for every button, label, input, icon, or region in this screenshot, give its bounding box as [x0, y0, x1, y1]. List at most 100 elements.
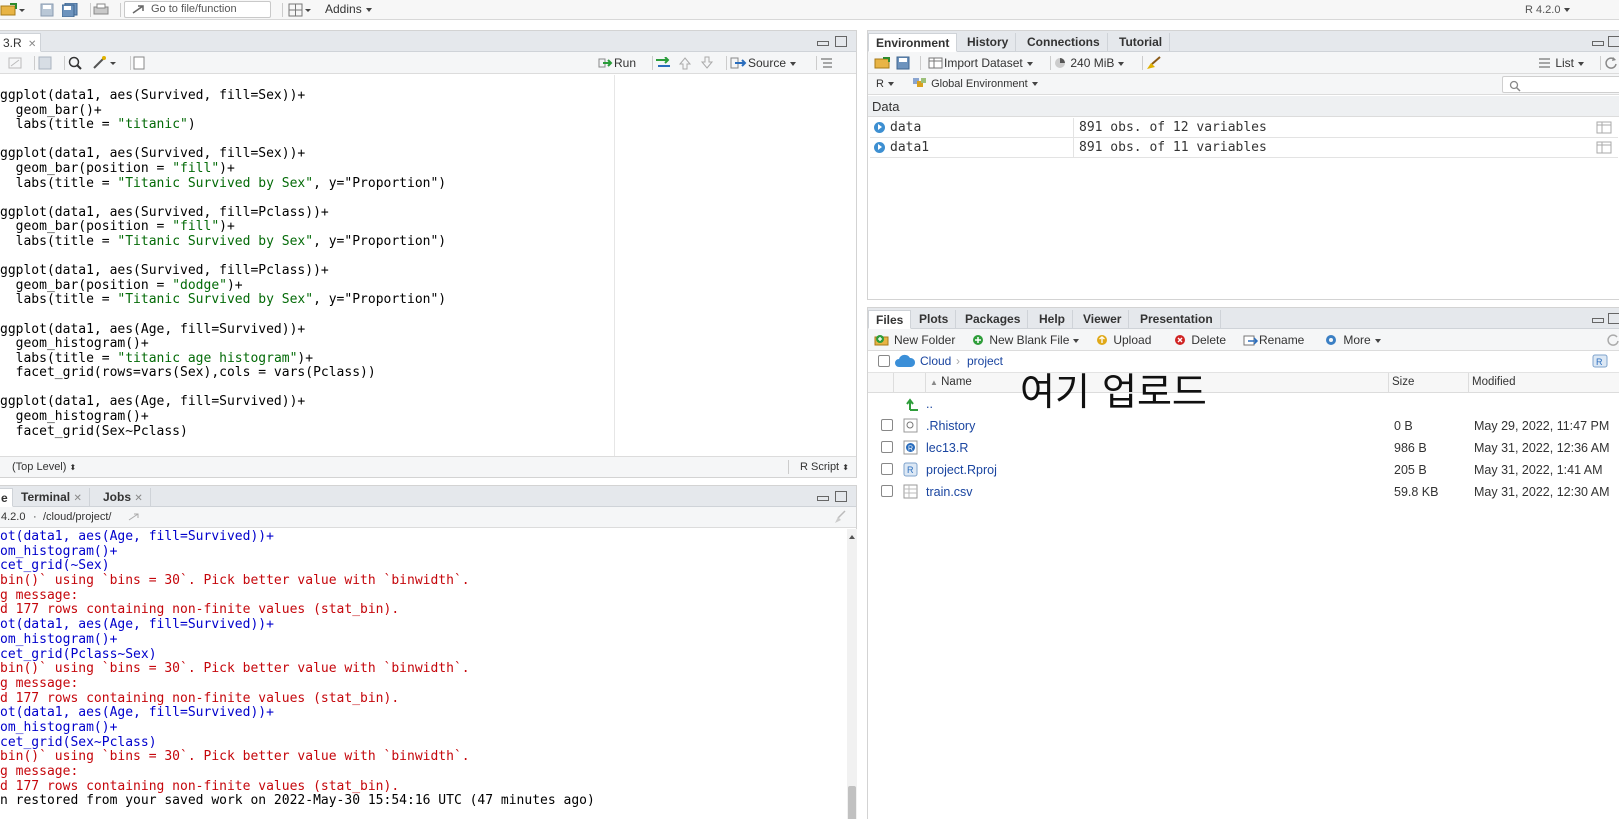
- expand-icon[interactable]: [874, 122, 885, 133]
- save-all-icon[interactable]: [62, 3, 78, 17]
- compile-report-icon[interactable]: [132, 56, 146, 70]
- select-all-checkbox[interactable]: [878, 355, 890, 367]
- column-header-name[interactable]: ▲ Name: [930, 373, 972, 392]
- code-line: labs(title = "Titanic Survived by Sex", …: [0, 233, 447, 249]
- tab-presentation[interactable]: Presentation: [1133, 310, 1221, 329]
- file-name-link[interactable]: train.csv: [926, 481, 973, 503]
- breadcrumb-cloud[interactable]: Cloud: [920, 351, 951, 371]
- save-icon[interactable]: [38, 56, 52, 70]
- memory-usage-button[interactable]: 240 MiB: [1054, 55, 1125, 71]
- tab-connections[interactable]: Connections: [1020, 33, 1108, 52]
- new-folder-button[interactable]: New Folder: [874, 332, 955, 348]
- refresh-icon[interactable]: [1604, 56, 1618, 70]
- minimize-pane-icon[interactable]: [817, 41, 829, 46]
- source-button[interactable]: Source: [730, 55, 797, 71]
- broom-clear-icon[interactable]: [1146, 56, 1162, 70]
- env-variable-row[interactable]: data1 891 obs. of 11 variables: [870, 138, 1618, 158]
- maximize-pane-icon[interactable]: [1608, 313, 1619, 324]
- run-button[interactable]: Run: [598, 55, 636, 71]
- column-separator: [925, 373, 926, 393]
- search-icon[interactable]: [68, 56, 82, 70]
- column-header-modified[interactable]: Modified: [1472, 373, 1515, 392]
- save-icon[interactable]: [40, 3, 54, 17]
- tab-environment[interactable]: Environment: [868, 33, 958, 52]
- expand-icon[interactable]: [874, 142, 885, 153]
- parent-dir-link[interactable]: ..: [926, 393, 933, 415]
- code-area[interactable]: ggplot(data1, aes(Survived, fill=Sex))+ …: [0, 75, 834, 456]
- outline-icon[interactable]: [820, 57, 834, 69]
- scroll-up-icon[interactable]: [847, 532, 857, 542]
- file-row[interactable]: train.csv 59.8 KB May 31, 2022, 12:30 AM: [870, 481, 1619, 503]
- view-table-icon[interactable]: [1596, 121, 1612, 134]
- save-workspace-icon[interactable]: [896, 56, 910, 70]
- r-version-menu[interactable]: R 4.2.0: [1525, 2, 1571, 18]
- tab-jobs[interactable]: Jobs ✕: [96, 488, 151, 507]
- goto-dir-icon[interactable]: [128, 512, 140, 522]
- console-scrollbar[interactable]: [847, 529, 857, 819]
- magic-wand-icon[interactable]: [92, 56, 118, 70]
- more-button[interactable]: More: [1324, 332, 1381, 348]
- rerun-icon[interactable]: [654, 57, 672, 69]
- file-name-link[interactable]: lec13.R: [926, 437, 968, 459]
- view-table-icon[interactable]: [1596, 141, 1612, 154]
- editor-tab[interactable]: 3.R ✕: [0, 33, 42, 52]
- file-row[interactable]: Rproject.Rproj 205 B May 31, 2022, 1:41 AM: [870, 459, 1619, 481]
- chunk-down-icon[interactable]: [700, 56, 714, 70]
- chunk-up-icon[interactable]: [678, 56, 692, 70]
- tab-tutorial[interactable]: Tutorial: [1112, 33, 1171, 52]
- delete-button[interactable]: Delete: [1174, 332, 1226, 348]
- close-icon[interactable]: ✕: [73, 493, 81, 504]
- tab-plots[interactable]: Plots: [912, 310, 957, 329]
- minimize-pane-icon[interactable]: [1592, 41, 1604, 46]
- new-blank-file-button[interactable]: New Blank File: [972, 332, 1080, 348]
- file-name-link[interactable]: .Rhistory: [926, 415, 975, 437]
- refresh-icon[interactable]: [1606, 333, 1619, 347]
- list-view-button[interactable]: List: [1538, 55, 1585, 71]
- minimize-pane-icon[interactable]: [1592, 318, 1604, 323]
- goto-file-input[interactable]: Go to file/function: [124, 1, 271, 18]
- minimize-pane-icon[interactable]: [817, 496, 829, 501]
- tab-history[interactable]: History: [960, 33, 1017, 52]
- rename-button[interactable]: Rename: [1243, 332, 1304, 348]
- file-name-link[interactable]: project.Rproj: [926, 459, 997, 481]
- env-variable-row[interactable]: data 891 obs. of 12 variables: [870, 118, 1618, 138]
- load-workspace-icon[interactable]: [874, 56, 892, 70]
- working-directory[interactable]: /cloud/project/: [43, 507, 111, 528]
- maximize-pane-icon[interactable]: [835, 36, 847, 47]
- broom-clear-icon[interactable]: [833, 510, 847, 524]
- addins-menu[interactable]: Addins: [325, 1, 372, 17]
- file-row[interactable]: Rlec13.R 986 B May 31, 2022, 12:36 AM: [870, 437, 1619, 459]
- tab-terminal[interactable]: Terminal ✕: [14, 488, 90, 507]
- tab-files[interactable]: Files: [868, 310, 912, 329]
- scrollbar-thumb[interactable]: [848, 786, 856, 819]
- tab-viewer[interactable]: Viewer: [1076, 310, 1130, 329]
- file-checkbox[interactable]: [881, 419, 893, 431]
- language-selector[interactable]: R: [876, 74, 894, 95]
- print-icon[interactable]: [92, 3, 110, 17]
- file-row[interactable]: .Rhistory 0 B May 29, 2022, 11:47 PM: [870, 415, 1619, 437]
- maximize-pane-icon[interactable]: [835, 491, 847, 502]
- import-dataset-button[interactable]: Import Dataset: [928, 55, 1033, 71]
- breadcrumb-project[interactable]: project: [967, 351, 1003, 371]
- close-icon[interactable]: ✕: [134, 493, 142, 504]
- upload-button[interactable]: Upload: [1096, 332, 1151, 348]
- parent-directory-row[interactable]: ..: [870, 393, 1619, 415]
- r-project-icon[interactable]: R: [1592, 354, 1608, 368]
- layout-grid-icon[interactable]: [288, 3, 312, 17]
- file-checkbox[interactable]: [881, 463, 893, 475]
- scope-selector[interactable]: Global Environment: [912, 74, 1038, 95]
- env-search-input[interactable]: [1502, 76, 1619, 93]
- console-output[interactable]: ot(data1, aes(Age, fill=Survived))+ om_hi…: [0, 529, 834, 819]
- file-checkbox[interactable]: [881, 441, 893, 453]
- file-type-selector[interactable]: R Script ⬍: [800, 457, 849, 478]
- scope-indicator[interactable]: (Top Level) ⬍: [12, 457, 76, 478]
- tab-console[interactable]: e: [0, 488, 13, 507]
- back-icon[interactable]: [8, 56, 24, 70]
- tab-packages[interactable]: Packages: [958, 310, 1029, 329]
- tab-help[interactable]: Help: [1032, 310, 1074, 329]
- open-file-icon[interactable]: [0, 3, 26, 17]
- column-header-size[interactable]: Size: [1392, 373, 1414, 392]
- close-icon[interactable]: ✕: [28, 39, 36, 50]
- maximize-pane-icon[interactable]: [1608, 36, 1619, 47]
- file-checkbox[interactable]: [881, 485, 893, 497]
